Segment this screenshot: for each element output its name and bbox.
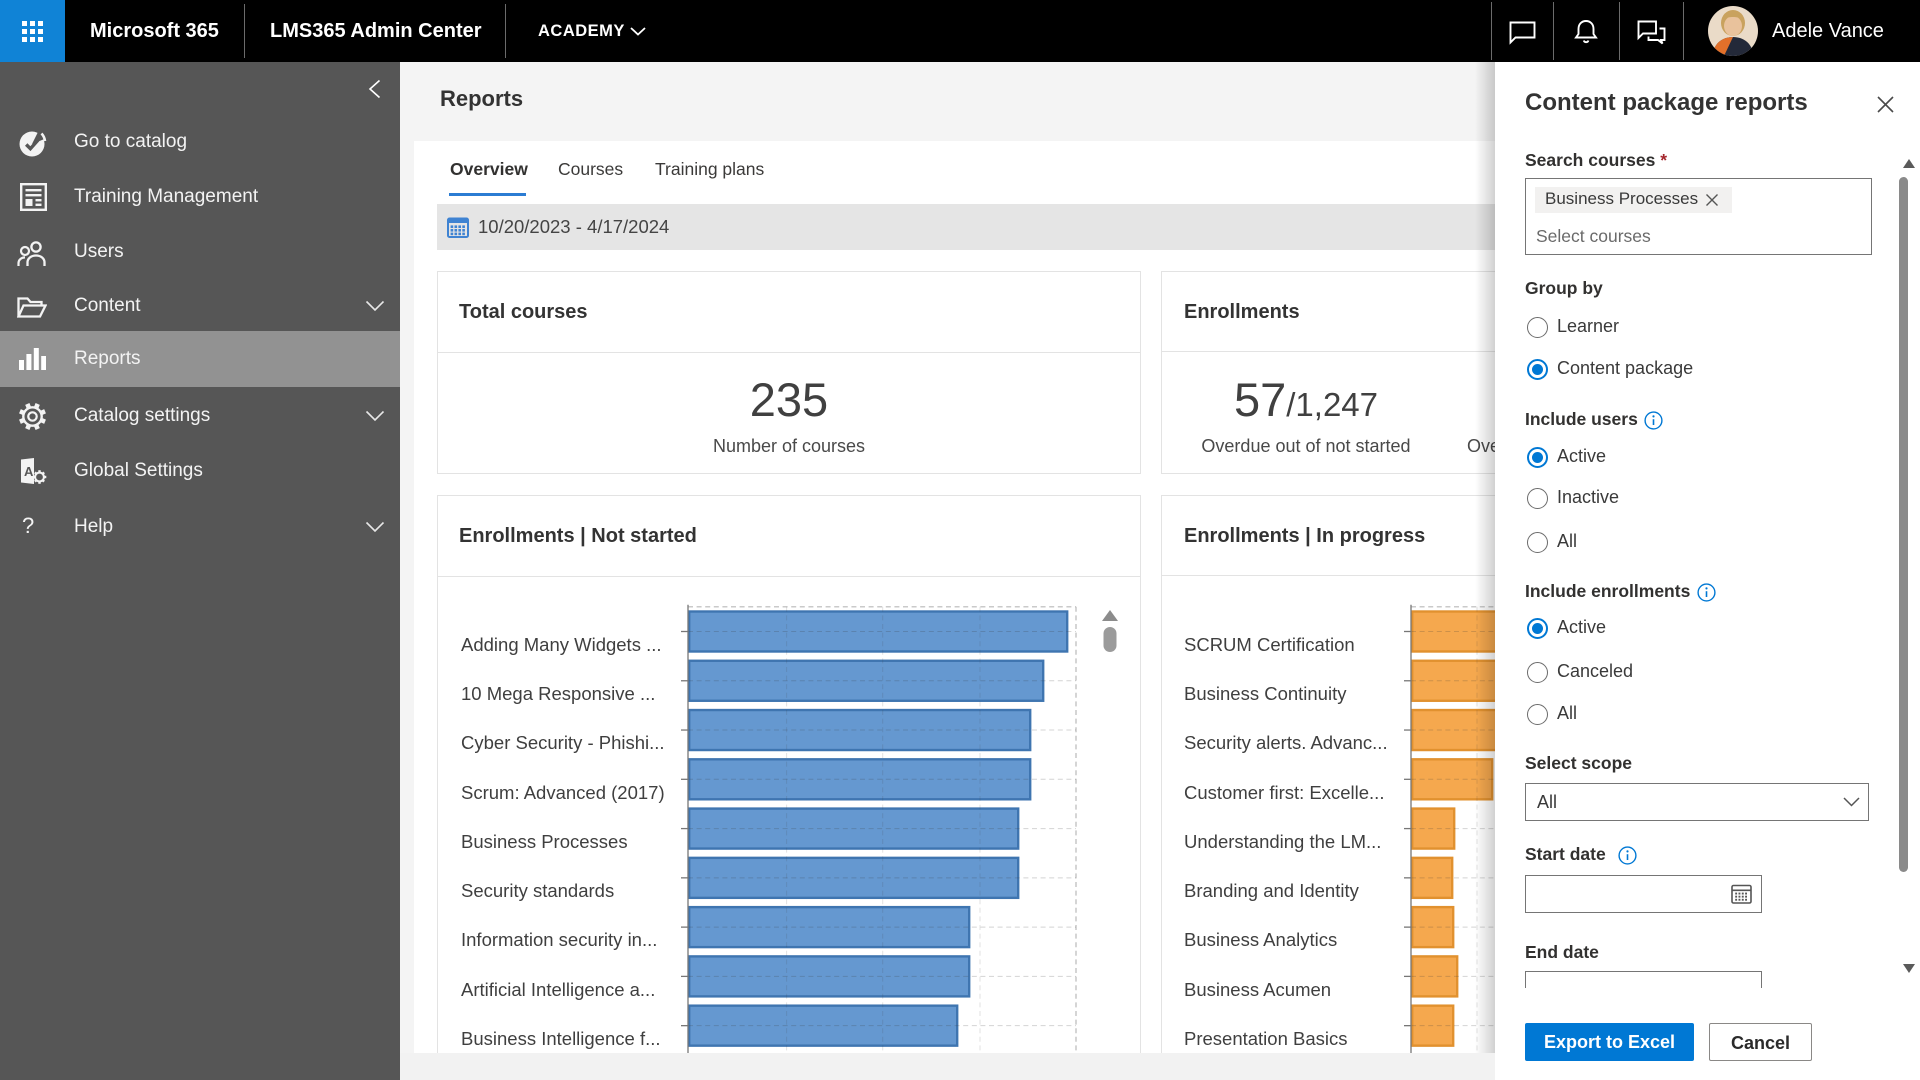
- svg-text:A: A: [24, 464, 34, 479]
